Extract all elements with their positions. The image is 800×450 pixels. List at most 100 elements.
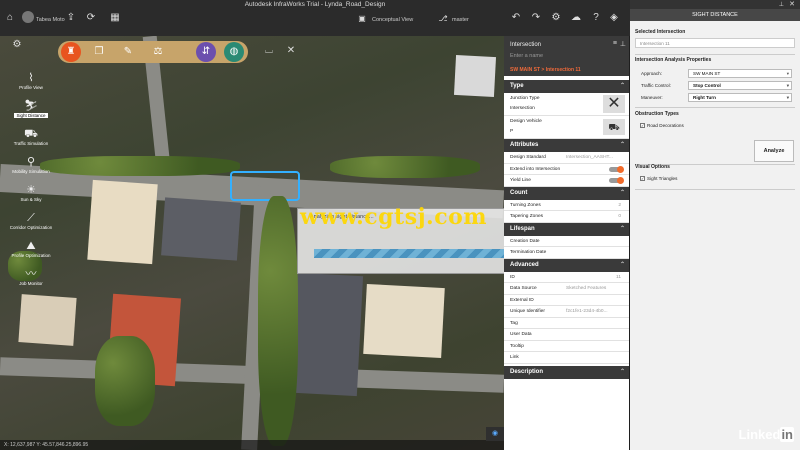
- row-creation-date[interactable]: Creation Date: [504, 236, 629, 247]
- view-icon[interactable]: ▣: [357, 13, 367, 25]
- chevron-up-icon: ⌃: [619, 189, 625, 196]
- undo-icon[interactable]: ↶: [510, 12, 522, 24]
- intersection-outline[interactable]: [230, 171, 300, 201]
- row-termination-date[interactable]: Termination Date: [504, 247, 629, 259]
- row-tooltip[interactable]: Tooltip: [504, 341, 629, 352]
- section-description[interactable]: Description ⌃: [504, 365, 629, 379]
- nav-traffic-simulation[interactable]: ⛟ Traffic Simulation: [0, 128, 62, 146]
- row-yield-line[interactable]: Yield Line: [504, 175, 629, 187]
- menu-icon[interactable]: ≡: [613, 40, 617, 47]
- present-icon[interactable]: ⌴: [262, 45, 276, 57]
- section-count[interactable]: Count ⌃: [504, 186, 629, 200]
- row-data-source[interactable]: Data Source Sketched Features: [504, 283, 629, 295]
- row-id[interactable]: ID 11: [504, 272, 629, 283]
- row-label: Turning Zones: [510, 202, 541, 208]
- share-icon[interactable]: ⇪: [64, 12, 78, 24]
- maneuver-select[interactable]: Right Turn: [688, 93, 792, 102]
- row-junction-type[interactable]: Junction Type Intersection ✕: [504, 93, 629, 116]
- home-icon[interactable]: ⌂: [3, 12, 17, 24]
- globe-icon[interactable]: ◍: [224, 42, 244, 62]
- row-user-data[interactable]: User Data: [504, 329, 629, 341]
- sun-icon: ☀: [26, 184, 36, 196]
- nav-label: Mobility Simulation: [12, 169, 50, 174]
- settings-icon[interactable]: ⚙: [550, 12, 562, 24]
- row-external-id[interactable]: External ID: [504, 295, 629, 306]
- breadcrumb-road[interactable]: SW MAIN ST: [510, 67, 540, 73]
- building-beige-1: [87, 179, 158, 265]
- section-type[interactable]: Type ⌃: [504, 80, 629, 93]
- row-turning-zones[interactable]: Turning Zones 2: [504, 200, 629, 211]
- section-label: Type: [510, 83, 524, 89]
- linkedin-logo: Linkedin: [739, 427, 794, 442]
- nav-mobility-simulation[interactable]: ⚲ Mobility Simulation: [0, 156, 62, 174]
- grid-icon[interactable]: ▦: [108, 12, 122, 24]
- extend-toggle[interactable]: [609, 165, 624, 173]
- row-label: Tapering Zones: [510, 214, 544, 219]
- checkbox-label: Road Decorations: [647, 123, 684, 128]
- analyze-scale-icon[interactable]: ⚖: [148, 42, 168, 62]
- building-beige-3: [363, 284, 445, 358]
- redo-icon[interactable]: ↷: [530, 12, 542, 24]
- row-extend-into-intersection[interactable]: Extend into Intersection: [504, 164, 629, 175]
- nav-profile-view[interactable]: ⌇ Profile View: [0, 72, 62, 90]
- window-title: Autodesk InfraWorks Trial - Lynda_Road_D…: [244, 1, 386, 8]
- traffic-control-select[interactable]: Stop Control: [688, 81, 792, 90]
- sketch-icon[interactable]: ✎: [118, 42, 138, 62]
- nav-profile-optimization[interactable]: ⛰ Profile Optimization: [0, 240, 62, 258]
- divider: [635, 189, 795, 190]
- breadcrumb-intersection[interactable]: Intersection 11: [546, 67, 581, 73]
- copy-icon[interactable]: ❐: [89, 42, 109, 62]
- settings-gear-icon[interactable]: ⚙: [10, 39, 24, 51]
- row-tag[interactable]: Tag: [504, 318, 629, 329]
- section-lifespan[interactable]: Lifespan ⌃: [504, 222, 629, 236]
- row-design-vehicle[interactable]: Design Vehicle P ⛟: [504, 116, 629, 139]
- row-tapering-zones[interactable]: Tapering Zones 0: [504, 211, 629, 223]
- network-icon[interactable]: ⇵: [196, 42, 216, 62]
- sight-triangles-checkbox[interactable]: ✓ Sight Triangles: [640, 176, 677, 182]
- nav-sight-distance[interactable]: ⛷ Sight Distance: [0, 100, 62, 118]
- section-advanced[interactable]: Advanced ⌃: [504, 258, 629, 272]
- compass-icon[interactable]: ◉: [486, 427, 504, 441]
- row-label: Data Source: [510, 286, 537, 291]
- nav-job-monitor[interactable]: 〰 Job Monitor: [0, 268, 62, 286]
- analyze-button[interactable]: Analyze: [754, 140, 794, 162]
- pin-icon[interactable]: ⊥: [620, 40, 626, 48]
- nav-corridor-optimization[interactable]: ⟋ Corridor Optimization: [0, 212, 62, 230]
- avatar[interactable]: [22, 11, 34, 23]
- row-value: Intersection_AASHT...: [566, 155, 613, 160]
- mobility-icon: ⚲: [26, 156, 36, 168]
- yield-toggle[interactable]: [609, 177, 624, 184]
- row-value: f2c1fe1-23d4-4b0...: [566, 309, 608, 314]
- road-decorations-checkbox[interactable]: ✓ Road Decorations: [640, 123, 684, 129]
- profile-opt-icon: ⛰: [26, 240, 36, 252]
- close-icon[interactable]: ✕: [789, 0, 795, 8]
- selected-heading: Selected Intersection: [635, 29, 686, 35]
- cloud-icon[interactable]: ☁: [570, 12, 582, 24]
- branch-icon[interactable]: ⎇: [438, 13, 448, 25]
- row-value: 11: [616, 274, 621, 280]
- nav-sun-sky[interactable]: ☀ Sun & Sky: [0, 184, 62, 202]
- row-value: 0: [618, 214, 621, 219]
- section-label: Lifespan: [510, 225, 535, 232]
- pin-icon[interactable]: ⊥: [779, 1, 784, 8]
- name-input[interactable]: Enter a name: [510, 53, 543, 59]
- build-icon[interactable]: ♜: [61, 42, 81, 62]
- tools-icon[interactable]: ✕: [284, 45, 298, 57]
- section-attributes[interactable]: Attributes ⌃: [504, 139, 629, 152]
- sync-icon[interactable]: ⟳: [84, 12, 98, 24]
- row-label: External ID: [510, 297, 534, 303]
- row-design-standard[interactable]: Design Standard Intersection_AASHT...: [504, 152, 629, 164]
- row-unique-identifier[interactable]: Unique Identifier f2c1fe1-23d4-4b0...: [504, 306, 629, 318]
- intersection-type-icon[interactable]: ✕: [603, 95, 625, 113]
- help-icon[interactable]: ?: [590, 12, 602, 24]
- approach-select[interactable]: SW MAIN ST: [688, 69, 792, 78]
- row-link[interactable]: Link: [504, 352, 629, 364]
- user-name[interactable]: Tabea Moto: [36, 17, 65, 23]
- branch-label[interactable]: master: [452, 17, 469, 23]
- sight-distance-panel: ⊥ ✕ SIGHT DISTANCE Selected Intersection…: [630, 0, 800, 450]
- vehicle-icon[interactable]: ⛟: [603, 119, 625, 135]
- view-label[interactable]: Conceptual View: [372, 17, 413, 23]
- maneuver-label: Maneuver:: [641, 95, 663, 100]
- corridor-icon: ⟋: [27, 212, 35, 224]
- autodesk-icon[interactable]: ◈: [608, 12, 620, 24]
